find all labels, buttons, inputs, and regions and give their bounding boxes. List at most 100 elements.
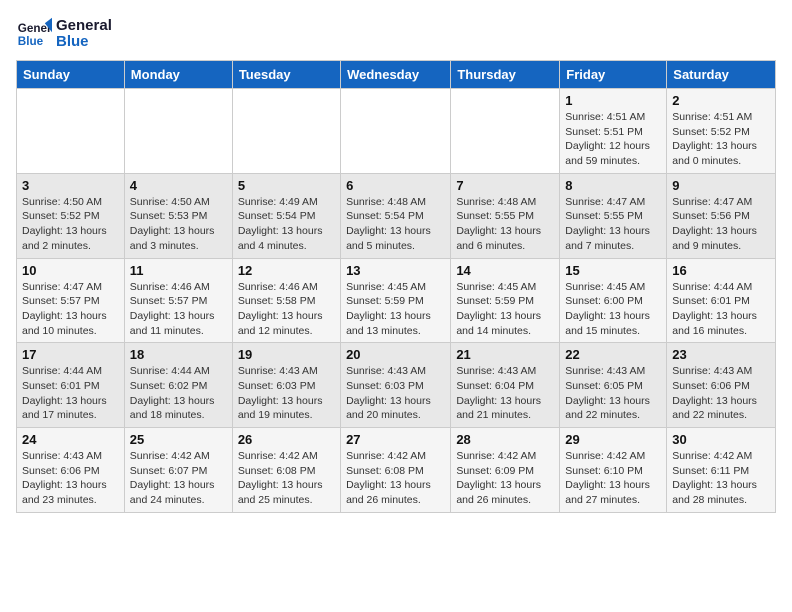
logo-general-text: General — [56, 18, 112, 35]
day-number: 24 — [22, 432, 119, 447]
day-info: Sunrise: 4:44 AM Sunset: 6:01 PM Dayligh… — [22, 364, 119, 423]
day-number: 25 — [130, 432, 227, 447]
day-number: 8 — [565, 178, 661, 193]
weekday-header-thursday: Thursday — [451, 61, 560, 89]
day-info: Sunrise: 4:47 AM Sunset: 5:57 PM Dayligh… — [22, 280, 119, 339]
calendar-cell: 10 Sunrise: 4:47 AM Sunset: 5:57 PM Dayli… — [17, 258, 125, 343]
weekday-header-wednesday: Wednesday — [341, 61, 451, 89]
weekday-header-saturday: Saturday — [667, 61, 776, 89]
calendar-cell: 7 Sunrise: 4:48 AM Sunset: 5:55 PM Daylig… — [451, 173, 560, 258]
day-number: 7 — [456, 178, 554, 193]
day-info: Sunrise: 4:43 AM Sunset: 6:05 PM Dayligh… — [565, 364, 661, 423]
day-number: 20 — [346, 347, 445, 362]
calendar-cell: 18 Sunrise: 4:44 AM Sunset: 6:02 PM Dayli… — [124, 343, 232, 428]
day-number: 27 — [346, 432, 445, 447]
weekday-header-sunday: Sunday — [17, 61, 125, 89]
calendar-cell: 17Sunrise: 4:44 AM Sunset: 6:01 PM Dayli… — [17, 343, 125, 428]
calendar-cell: 5 Sunrise: 4:49 AM Sunset: 5:54 PM Daylig… — [232, 173, 340, 258]
calendar-table: SundayMondayTuesdayWednesdayThursdayFrid… — [16, 60, 776, 513]
calendar-cell: 16 Sunrise: 4:44 AM Sunset: 6:01 PM Dayli… — [667, 258, 776, 343]
day-number: 26 — [238, 432, 335, 447]
day-info: Sunrise: 4:47 AM Sunset: 5:56 PM Dayligh… — [672, 195, 770, 254]
calendar-cell: 27 Sunrise: 4:42 AM Sunset: 6:08 PM Dayli… — [341, 428, 451, 513]
svg-text:Blue: Blue — [18, 35, 44, 48]
day-info: Sunrise: 4:48 AM Sunset: 5:54 PM Dayligh… — [346, 195, 445, 254]
calendar-week-4: 17Sunrise: 4:44 AM Sunset: 6:01 PM Dayli… — [17, 343, 776, 428]
day-number: 22 — [565, 347, 661, 362]
day-info: Sunrise: 4:43 AM Sunset: 6:03 PM Dayligh… — [238, 364, 335, 423]
calendar-week-5: 24Sunrise: 4:43 AM Sunset: 6:06 PM Dayli… — [17, 428, 776, 513]
day-info: Sunrise: 4:51 AM Sunset: 5:52 PM Dayligh… — [672, 110, 770, 169]
day-number: 11 — [130, 263, 227, 278]
day-number: 10 — [22, 263, 119, 278]
calendar-cell: 30Sunrise: 4:42 AM Sunset: 6:11 PM Dayli… — [667, 428, 776, 513]
calendar-cell — [232, 89, 340, 174]
calendar-cell: 19Sunrise: 4:43 AM Sunset: 6:03 PM Dayli… — [232, 343, 340, 428]
calendar-cell: 26 Sunrise: 4:42 AM Sunset: 6:08 PM Dayli… — [232, 428, 340, 513]
weekday-header-tuesday: Tuesday — [232, 61, 340, 89]
day-info: Sunrise: 4:42 AM Sunset: 6:08 PM Dayligh… — [238, 449, 335, 508]
day-info: Sunrise: 4:43 AM Sunset: 6:03 PM Dayligh… — [346, 364, 445, 423]
day-info: Sunrise: 4:49 AM Sunset: 5:54 PM Dayligh… — [238, 195, 335, 254]
day-number: 12 — [238, 263, 335, 278]
day-info: Sunrise: 4:45 AM Sunset: 6:00 PM Dayligh… — [565, 280, 661, 339]
calendar-cell: 23 Sunrise: 4:43 AM Sunset: 6:06 PM Dayli… — [667, 343, 776, 428]
calendar-cell: 12 Sunrise: 4:46 AM Sunset: 5:58 PM Dayli… — [232, 258, 340, 343]
logo: General Blue General Blue — [16, 16, 112, 52]
calendar-header-row: SundayMondayTuesdayWednesdayThursdayFrid… — [17, 61, 776, 89]
day-number: 16 — [672, 263, 770, 278]
day-number: 1 — [565, 93, 661, 108]
calendar-week-1: 1 Sunrise: 4:51 AM Sunset: 5:51 PM Daylig… — [17, 89, 776, 174]
day-info: Sunrise: 4:42 AM Sunset: 6:09 PM Dayligh… — [456, 449, 554, 508]
calendar-cell: 2 Sunrise: 4:51 AM Sunset: 5:52 PM Daylig… — [667, 89, 776, 174]
calendar-cell: 14 Sunrise: 4:45 AM Sunset: 5:59 PM Dayli… — [451, 258, 560, 343]
day-number: 30 — [672, 432, 770, 447]
day-number: 14 — [456, 263, 554, 278]
calendar-cell: 20 Sunrise: 4:43 AM Sunset: 6:03 PM Dayli… — [341, 343, 451, 428]
calendar-cell: 11 Sunrise: 4:46 AM Sunset: 5:57 PM Dayli… — [124, 258, 232, 343]
calendar-cell: 13 Sunrise: 4:45 AM Sunset: 5:59 PM Dayli… — [341, 258, 451, 343]
calendar-cell: 8Sunrise: 4:47 AM Sunset: 5:55 PM Daylig… — [560, 173, 667, 258]
calendar-cell: 4 Sunrise: 4:50 AM Sunset: 5:53 PM Daylig… — [124, 173, 232, 258]
calendar-cell — [17, 89, 125, 174]
day-number: 28 — [456, 432, 554, 447]
day-info: Sunrise: 4:42 AM Sunset: 6:08 PM Dayligh… — [346, 449, 445, 508]
day-number: 4 — [130, 178, 227, 193]
day-number: 3 — [22, 178, 119, 193]
calendar-cell: 22 Sunrise: 4:43 AM Sunset: 6:05 PM Dayli… — [560, 343, 667, 428]
calendar-week-3: 10 Sunrise: 4:47 AM Sunset: 5:57 PM Dayli… — [17, 258, 776, 343]
calendar-cell — [451, 89, 560, 174]
calendar-cell: 21 Sunrise: 4:43 AM Sunset: 6:04 PM Dayli… — [451, 343, 560, 428]
day-number: 2 — [672, 93, 770, 108]
calendar-cell: 1 Sunrise: 4:51 AM Sunset: 5:51 PM Daylig… — [560, 89, 667, 174]
day-info: Sunrise: 4:44 AM Sunset: 6:01 PM Dayligh… — [672, 280, 770, 339]
page-header: General Blue General Blue — [16, 16, 776, 52]
day-number: 29 — [565, 432, 661, 447]
day-info: Sunrise: 4:43 AM Sunset: 6:06 PM Dayligh… — [672, 364, 770, 423]
calendar-cell: 6Sunrise: 4:48 AM Sunset: 5:54 PM Daylig… — [341, 173, 451, 258]
day-info: Sunrise: 4:43 AM Sunset: 6:04 PM Dayligh… — [456, 364, 554, 423]
day-info: Sunrise: 4:46 AM Sunset: 5:57 PM Dayligh… — [130, 280, 227, 339]
calendar-cell — [341, 89, 451, 174]
calendar-cell: 9Sunrise: 4:47 AM Sunset: 5:56 PM Daylig… — [667, 173, 776, 258]
weekday-header-monday: Monday — [124, 61, 232, 89]
calendar-cell: 29Sunrise: 4:42 AM Sunset: 6:10 PM Dayli… — [560, 428, 667, 513]
day-info: Sunrise: 4:44 AM Sunset: 6:02 PM Dayligh… — [130, 364, 227, 423]
day-number: 18 — [130, 347, 227, 362]
calendar-cell: 3Sunrise: 4:50 AM Sunset: 5:52 PM Daylig… — [17, 173, 125, 258]
day-number: 21 — [456, 347, 554, 362]
day-number: 5 — [238, 178, 335, 193]
day-info: Sunrise: 4:46 AM Sunset: 5:58 PM Dayligh… — [238, 280, 335, 339]
calendar-cell — [124, 89, 232, 174]
day-number: 13 — [346, 263, 445, 278]
calendar-cell: 24Sunrise: 4:43 AM Sunset: 6:06 PM Dayli… — [17, 428, 125, 513]
day-info: Sunrise: 4:45 AM Sunset: 5:59 PM Dayligh… — [346, 280, 445, 339]
weekday-header-friday: Friday — [560, 61, 667, 89]
day-number: 23 — [672, 347, 770, 362]
day-number: 15 — [565, 263, 661, 278]
day-info: Sunrise: 4:51 AM Sunset: 5:51 PM Dayligh… — [565, 110, 661, 169]
day-info: Sunrise: 4:50 AM Sunset: 5:53 PM Dayligh… — [130, 195, 227, 254]
day-info: Sunrise: 4:48 AM Sunset: 5:55 PM Dayligh… — [456, 195, 554, 254]
day-info: Sunrise: 4:45 AM Sunset: 5:59 PM Dayligh… — [456, 280, 554, 339]
logo-icon: General Blue — [16, 16, 52, 52]
